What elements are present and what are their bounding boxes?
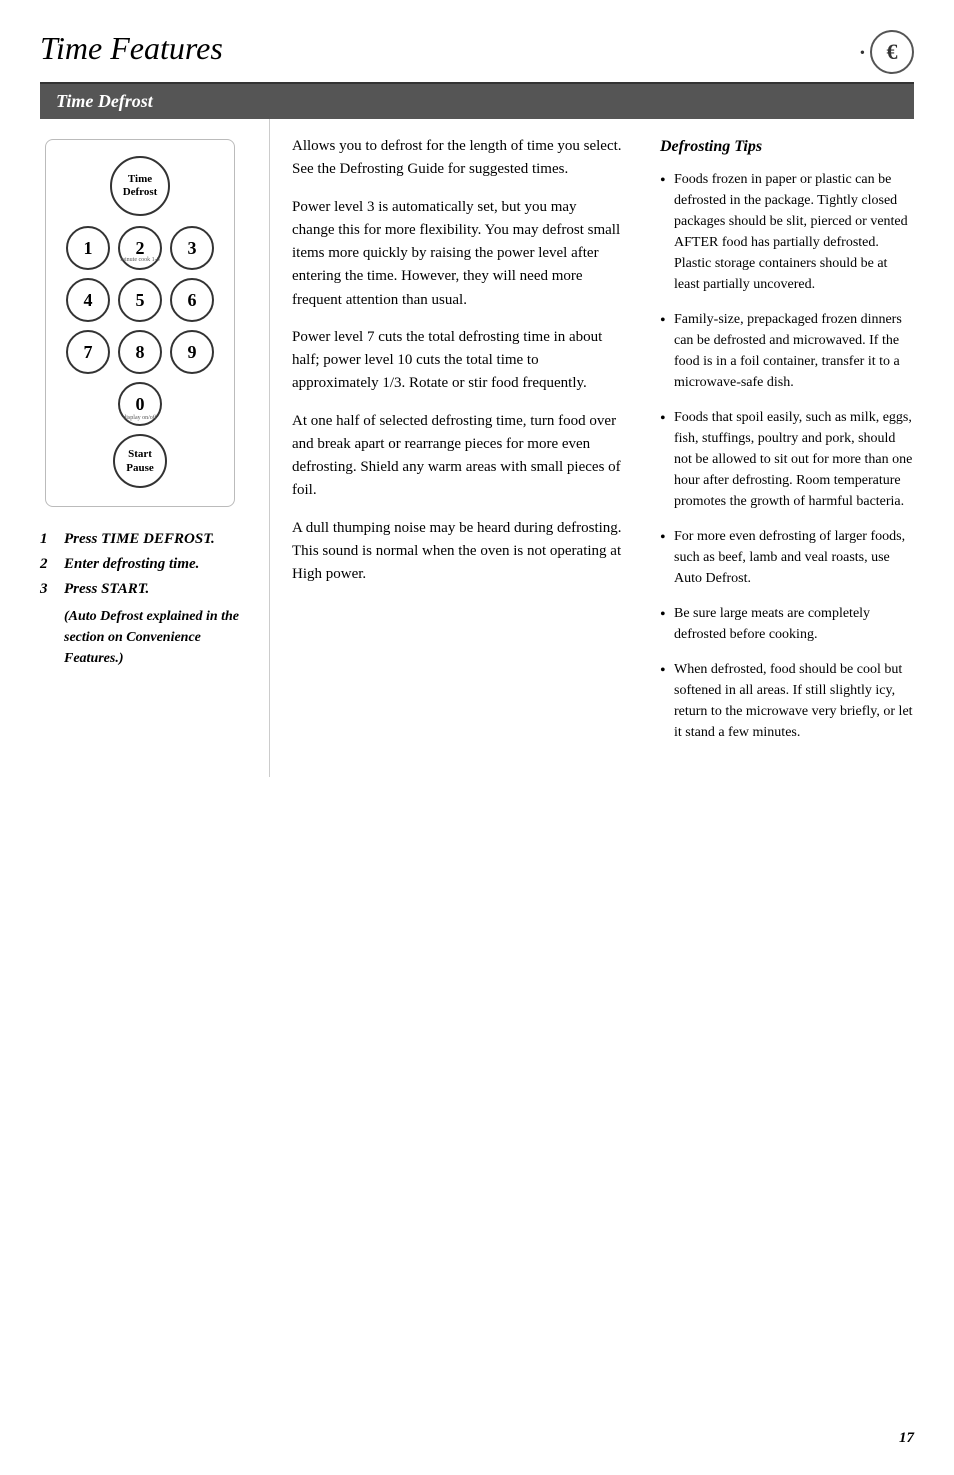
step-2-number: 2 (40, 556, 58, 573)
page-header: Time Features € (40, 30, 914, 84)
tip-2: Family-size, prepackaged frozen dinners … (660, 309, 914, 393)
time-defrost-btn-row: TimeDefrost (60, 156, 220, 216)
key-4[interactable]: 4 (66, 278, 110, 322)
keypad-row-456: 4 5 6 (60, 278, 220, 322)
key-8[interactable]: 8 (118, 330, 162, 374)
step-1-number: 1 (40, 531, 58, 548)
header-icon: € (870, 30, 914, 74)
tip-3: Foods that spoil easily, such as milk, e… (660, 407, 914, 512)
tip-1: Foods frozen in paper or plastic can be … (660, 169, 914, 295)
middle-para-3: Power level 7 cuts the total defrosting … (292, 326, 622, 396)
keypad-start-row: StartPause (60, 434, 220, 488)
key-2-subtext: minute cook 1-6 (120, 257, 159, 263)
start-pause-button[interactable]: StartPause (113, 434, 167, 488)
step-1-label: Press TIME DEFROST. (64, 531, 215, 548)
key-7[interactable]: 7 (66, 330, 110, 374)
step-3-label: Press START. (64, 581, 149, 598)
time-defrost-button[interactable]: TimeDefrost (110, 156, 170, 216)
step-2: 2 Enter defrosting time. (40, 556, 253, 573)
step-note: (Auto Defrost explained in the section o… (64, 606, 253, 669)
middle-column: Allows you to defrost for the length of … (270, 119, 644, 777)
step-2-label: Enter defrosting time. (64, 556, 199, 573)
section-title: Time Defrost (40, 84, 914, 119)
tips-list: Foods frozen in paper or plastic can be … (660, 169, 914, 743)
start-pause-label: StartPause (126, 447, 154, 476)
middle-para-1: Allows you to defrost for the length of … (292, 135, 622, 182)
right-column: Defrosting Tips Foods frozen in paper or… (644, 119, 914, 777)
key-1[interactable]: 1 (66, 226, 110, 270)
tip-6: When defrosted, food should be cool but … (660, 659, 914, 743)
main-content: TimeDefrost 1 2 minute cook 1-6 3 4 5 (40, 119, 914, 777)
key-0-subtext: display on/off (123, 415, 156, 421)
key-3[interactable]: 3 (170, 226, 214, 270)
keypad-row-123: 1 2 minute cook 1-6 3 (60, 226, 220, 270)
tips-title: Defrosting Tips (660, 135, 914, 159)
key-2[interactable]: 2 minute cook 1-6 (118, 226, 162, 270)
keypad-row-789: 7 8 9 (60, 330, 220, 374)
key-6[interactable]: 6 (170, 278, 214, 322)
tip-4: For more even defrosting of larger foods… (660, 526, 914, 589)
tip-5: Be sure large meats are completely defro… (660, 603, 914, 645)
key-5[interactable]: 5 (118, 278, 162, 322)
page: Time Features € Time Defrost TimeDefrost… (0, 0, 954, 1475)
page-title: Time Features (40, 30, 223, 67)
page-number: 17 (899, 1430, 914, 1447)
key-0[interactable]: 0 display on/off (118, 382, 162, 426)
step-3: 3 Press START. (40, 581, 253, 598)
steps-list: 1 Press TIME DEFROST. 2 Enter defrosting… (40, 531, 253, 598)
keypad-row-0: 0 display on/off (60, 382, 220, 426)
step-1: 1 Press TIME DEFROST. (40, 531, 253, 548)
left-column: TimeDefrost 1 2 minute cook 1-6 3 4 5 (40, 119, 270, 777)
header-icon-symbol: € (887, 39, 898, 65)
time-defrost-label: TimeDefrost (123, 173, 158, 199)
middle-para-5: A dull thumping noise may be heard durin… (292, 517, 622, 587)
key-9[interactable]: 9 (170, 330, 214, 374)
middle-para-4: At one half of selected defrosting time,… (292, 410, 622, 503)
keypad: TimeDefrost 1 2 minute cook 1-6 3 4 5 (45, 139, 235, 507)
step-3-number: 3 (40, 581, 58, 598)
middle-para-2: Power level 3 is automatically set, but … (292, 196, 622, 312)
